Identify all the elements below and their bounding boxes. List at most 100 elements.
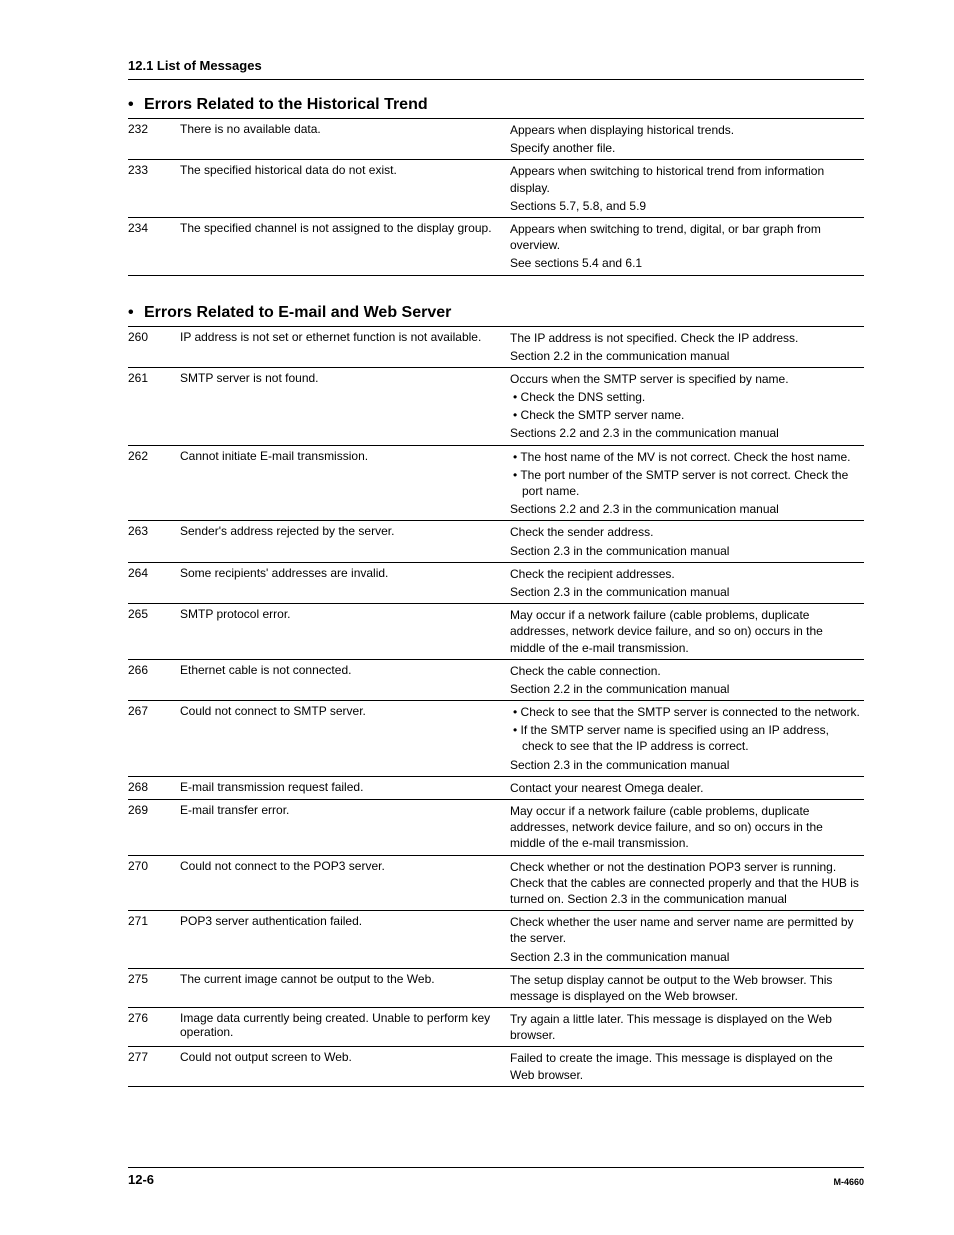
error-code: 266 [128, 659, 180, 700]
error-code: 265 [128, 604, 180, 660]
desc-line: Appears when switching to historical tre… [510, 163, 860, 195]
desc-line: Section 2.3 in the communication manual [510, 757, 860, 773]
error-code: 233 [128, 160, 180, 218]
desc-line: Specify another file. [510, 140, 860, 156]
desc-line: Section 2.3 in the communication manual [510, 949, 860, 965]
error-description: Contact your nearest Omega dealer. [510, 776, 864, 799]
table-row: 262Cannot initiate E-mail transmission.T… [128, 445, 864, 521]
desc-bullet: Check the DNS setting. [510, 389, 860, 405]
error-table: 260IP address is not set or ethernet fun… [128, 326, 864, 1087]
section-title: •Errors Related to E-mail and Web Server [128, 304, 864, 322]
table-row: 277Could not output screen to Web.Failed… [128, 1047, 864, 1086]
desc-line: Section 2.3 in the communication manual [510, 584, 860, 600]
section-title-text: Errors Related to E-mail and Web Server [144, 304, 451, 321]
desc-line: Check whether the user name and server n… [510, 914, 860, 946]
desc-line: Check whether or not the destination POP… [510, 859, 860, 908]
error-description: Appears when switching to historical tre… [510, 160, 864, 218]
error-message: IP address is not set or ethernet functi… [180, 326, 510, 367]
error-table: 232There is no available data.Appears wh… [128, 118, 864, 276]
error-code: 261 [128, 367, 180, 445]
error-message: E-mail transmission request failed. [180, 776, 510, 799]
error-code: 232 [128, 119, 180, 160]
table-row: 268E-mail transmission request failed.Co… [128, 776, 864, 799]
error-message: Some recipients' addresses are invalid. [180, 562, 510, 603]
desc-line: Sections 5.7, 5.8, and 5.9 [510, 198, 860, 214]
desc-line: Sections 2.2 and 2.3 in the communicatio… [510, 425, 860, 441]
error-description: The IP address is not specified. Check t… [510, 326, 864, 367]
error-description: The setup display cannot be output to th… [510, 968, 864, 1007]
error-message: Cannot initiate E-mail transmission. [180, 445, 510, 521]
error-code: 264 [128, 562, 180, 603]
error-message: Ethernet cable is not connected. [180, 659, 510, 700]
error-description: Check the recipient addresses. Section 2.… [510, 562, 864, 603]
error-description: Check to see that the SMTP server is con… [510, 701, 864, 777]
table-row: 263Sender's address rejected by the serv… [128, 521, 864, 562]
table-row: 266Ethernet cable is not connected.Check… [128, 659, 864, 700]
table-row: 276Image data currently being created. U… [128, 1008, 864, 1047]
error-message: The current image cannot be output to th… [180, 968, 510, 1007]
error-description: Try again a little later. This message i… [510, 1008, 864, 1047]
error-message: The specified channel is not assigned to… [180, 217, 510, 275]
table-row: 232There is no available data.Appears wh… [128, 119, 864, 160]
section-title-text: Errors Related to the Historical Trend [144, 96, 428, 113]
table-row: 264Some recipients' addresses are invali… [128, 562, 864, 603]
table-row: 267Could not connect to SMTP server.Chec… [128, 701, 864, 777]
error-code: 276 [128, 1008, 180, 1047]
table-row: 275The current image cannot be output to… [128, 968, 864, 1007]
desc-line: Check the sender address. [510, 524, 860, 540]
error-message: The specified historical data do not exi… [180, 160, 510, 218]
table-row: 234The specified channel is not assigned… [128, 217, 864, 275]
error-code: 269 [128, 800, 180, 856]
desc-line: Sections 2.2 and 2.3 in the communicatio… [510, 501, 860, 517]
error-code: 268 [128, 776, 180, 799]
desc-line: See sections 5.4 and 6.1 [510, 255, 860, 271]
desc-line: May occur if a network failure (cable pr… [510, 803, 860, 852]
error-description: Check whether the user name and server n… [510, 911, 864, 969]
error-description: May occur if a network failure (cable pr… [510, 604, 864, 660]
error-description: Check the cable connection.Section 2.2 i… [510, 659, 864, 700]
error-code: 267 [128, 701, 180, 777]
error-description: Check the sender address. Section 2.3 in … [510, 521, 864, 562]
table-row: 271POP3 server authentication failed.Che… [128, 911, 864, 969]
section-title: •Errors Related to the Historical Trend [128, 96, 864, 114]
table-row: 261SMTP server is not found.Occurs when … [128, 367, 864, 445]
error-code: 262 [128, 445, 180, 521]
table-row: 269E-mail transfer error.May occur if a … [128, 800, 864, 856]
desc-line: Section 2.2 in the communication manual [510, 681, 860, 697]
desc-line: The IP address is not specified. Check t… [510, 330, 860, 346]
desc-line: Contact your nearest Omega dealer. [510, 780, 860, 796]
desc-line: The setup display cannot be output to th… [510, 972, 860, 1004]
error-description: Failed to create the image. This message… [510, 1047, 864, 1086]
desc-line: Failed to create the image. This message… [510, 1050, 860, 1082]
desc-line: May occur if a network failure (cable pr… [510, 607, 860, 656]
error-message: SMTP server is not found. [180, 367, 510, 445]
desc-line: Section 2.2 in the communication manual [510, 348, 860, 364]
desc-line: Section 2.3 in the communication manual [510, 543, 860, 559]
desc-line: Check the recipient addresses. [510, 566, 860, 582]
error-description: The host name of the MV is not correct. … [510, 445, 864, 521]
page-header: 12.1 List of Messages [128, 58, 864, 80]
desc-bullet: Check to see that the SMTP server is con… [510, 704, 860, 720]
error-message: Could not output screen to Web. [180, 1047, 510, 1086]
desc-bullet: Check the SMTP server name. [510, 407, 860, 423]
table-row: 270Could not connect to the POP3 server.… [128, 855, 864, 911]
error-message: Could not connect to SMTP server. [180, 701, 510, 777]
error-message: POP3 server authentication failed. [180, 911, 510, 969]
desc-line: Occurs when the SMTP server is specified… [510, 371, 860, 387]
error-message: Could not connect to the POP3 server. [180, 855, 510, 911]
error-code: 271 [128, 911, 180, 969]
error-message: There is no available data. [180, 119, 510, 160]
desc-bullet: The port number of the SMTP server is no… [510, 467, 860, 499]
error-message: SMTP protocol error. [180, 604, 510, 660]
page-footer: 12-6 M-4660 [128, 1167, 864, 1187]
error-message: Image data currently being created. Unab… [180, 1008, 510, 1047]
table-row: 260IP address is not set or ethernet fun… [128, 326, 864, 367]
error-message: Sender's address rejected by the server. [180, 521, 510, 562]
error-code: 260 [128, 326, 180, 367]
error-code: 263 [128, 521, 180, 562]
desc-line: Appears when displaying historical trend… [510, 122, 860, 138]
desc-line: Appears when switching to trend, digital… [510, 221, 860, 253]
error-message: E-mail transfer error. [180, 800, 510, 856]
desc-bullet: The host name of the MV is not correct. … [510, 449, 860, 465]
error-description: May occur if a network failure (cable pr… [510, 800, 864, 856]
